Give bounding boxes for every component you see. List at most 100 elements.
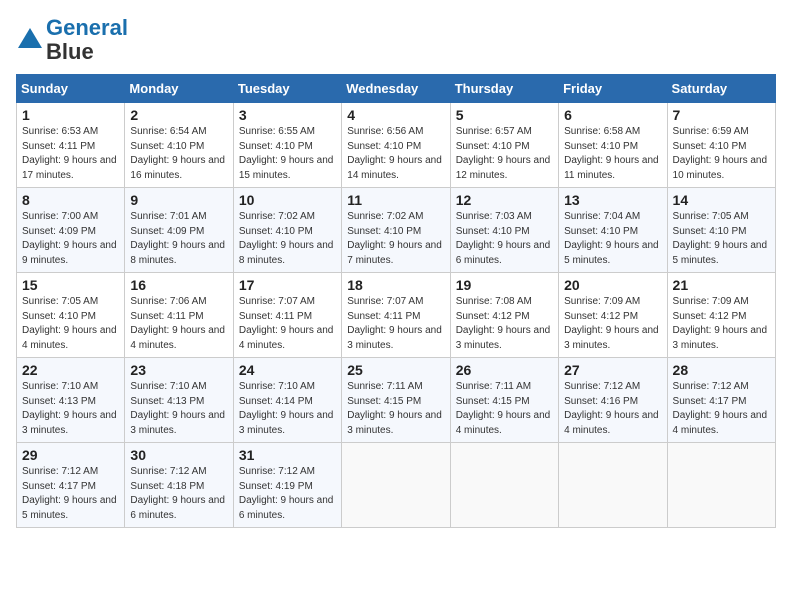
day-number: 8 [22,192,119,208]
weekday-header-tuesday: Tuesday [233,75,341,103]
day-info: Sunrise: 7:09 AMSunset: 4:12 PMDaylight:… [564,295,661,353]
calendar-cell: 30 Sunrise: 7:12 AMSunset: 4:18 PMDayligh… [125,443,233,528]
day-info: Sunrise: 7:01 AMSunset: 4:09 PMDaylight:… [130,210,227,268]
calendar-cell: 10 Sunrise: 7:02 AMSunset: 4:10 PMDayligh… [233,188,341,273]
day-info: Sunrise: 7:05 AMSunset: 4:10 PMDaylight:… [673,210,770,268]
day-info: Sunrise: 7:00 AMSunset: 4:09 PMDaylight:… [22,210,119,268]
day-info: Sunrise: 6:53 AMSunset: 4:11 PMDaylight:… [22,125,119,183]
calendar-cell: 15Sunrise: 7:05 AMSunset: 4:10 PMDayligh… [17,273,125,358]
calendar-week-2: 8 Sunrise: 7:00 AMSunset: 4:09 PMDaylight… [17,188,776,273]
calendar-cell [667,443,775,528]
calendar-cell: 11 Sunrise: 7:02 AMSunset: 4:10 PMDayligh… [342,188,450,273]
day-number: 19 [456,277,553,293]
calendar-cell: 12Sunrise: 7:03 AMSunset: 4:10 PMDayligh… [450,188,558,273]
calendar-cell: 2 Sunrise: 6:54 AMSunset: 4:10 PMDaylight… [125,103,233,188]
calendar-cell: 14 Sunrise: 7:05 AMSunset: 4:10 PMDayligh… [667,188,775,273]
calendar-table: SundayMondayTuesdayWednesdayThursdayFrid… [16,74,776,528]
day-number: 16 [130,277,227,293]
day-info: Sunrise: 7:11 AMSunset: 4:15 PMDaylight:… [347,380,444,438]
logo: GeneralBlue [16,16,128,64]
day-number: 30 [130,447,227,463]
day-info: Sunrise: 7:02 AMSunset: 4:10 PMDaylight:… [239,210,336,268]
calendar-cell: 7 Sunrise: 6:59 AMSunset: 4:10 PMDaylight… [667,103,775,188]
calendar-cell: 27 Sunrise: 7:12 AMSunset: 4:16 PMDayligh… [559,358,667,443]
day-info: Sunrise: 7:12 AMSunset: 4:17 PMDaylight:… [673,380,770,438]
calendar-week-5: 29 Sunrise: 7:12 AMSunset: 4:17 PMDayligh… [17,443,776,528]
day-number: 7 [673,107,770,123]
calendar-cell [559,443,667,528]
day-number: 3 [239,107,336,123]
calendar-cell: 21Sunrise: 7:09 AMSunset: 4:12 PMDayligh… [667,273,775,358]
calendar-cell: 18Sunrise: 7:07 AMSunset: 4:11 PMDayligh… [342,273,450,358]
calendar-cell: 9 Sunrise: 7:01 AMSunset: 4:09 PMDaylight… [125,188,233,273]
calendar-cell: 17 Sunrise: 7:07 AMSunset: 4:11 PMDayligh… [233,273,341,358]
day-number: 23 [130,362,227,378]
day-number: 2 [130,107,227,123]
day-number: 28 [673,362,770,378]
calendar-week-4: 22 Sunrise: 7:10 AMSunset: 4:13 PMDayligh… [17,358,776,443]
day-info: Sunrise: 6:57 AMSunset: 4:10 PMDaylight:… [456,125,553,183]
day-number: 20 [564,277,661,293]
calendar-cell: 8 Sunrise: 7:00 AMSunset: 4:09 PMDaylight… [17,188,125,273]
weekday-header-friday: Friday [559,75,667,103]
day-info: Sunrise: 7:10 AMSunset: 4:13 PMDaylight:… [22,380,119,438]
calendar-cell [450,443,558,528]
calendar-cell: 1 Sunrise: 6:53 AMSunset: 4:11 PMDaylight… [17,103,125,188]
day-number: 10 [239,192,336,208]
day-info: Sunrise: 7:10 AMSunset: 4:14 PMDaylight:… [239,380,336,438]
day-info: Sunrise: 7:12 AMSunset: 4:19 PMDaylight:… [239,465,336,523]
day-info: Sunrise: 7:05 AMSunset: 4:10 PMDaylight:… [22,295,119,353]
day-info: Sunrise: 7:12 AMSunset: 4:18 PMDaylight:… [130,465,227,523]
calendar-cell: 13Sunrise: 7:04 AMSunset: 4:10 PMDayligh… [559,188,667,273]
page-header: GeneralBlue [16,16,776,64]
day-number: 13 [564,192,661,208]
day-number: 11 [347,192,444,208]
day-info: Sunrise: 7:02 AMSunset: 4:10 PMDaylight:… [347,210,444,268]
day-number: 4 [347,107,444,123]
day-number: 25 [347,362,444,378]
calendar-cell: 16 Sunrise: 7:06 AMSunset: 4:11 PMDayligh… [125,273,233,358]
weekday-header-saturday: Saturday [667,75,775,103]
calendar-cell [342,443,450,528]
calendar-cell: 5Sunrise: 6:57 AMSunset: 4:10 PMDaylight… [450,103,558,188]
calendar-cell: 22 Sunrise: 7:10 AMSunset: 4:13 PMDayligh… [17,358,125,443]
day-number: 27 [564,362,661,378]
day-number: 9 [130,192,227,208]
day-number: 21 [673,277,770,293]
calendar-cell: 24 Sunrise: 7:10 AMSunset: 4:14 PMDayligh… [233,358,341,443]
day-number: 29 [22,447,119,463]
day-info: Sunrise: 6:54 AMSunset: 4:10 PMDaylight:… [130,125,227,183]
calendar-week-1: 1 Sunrise: 6:53 AMSunset: 4:11 PMDaylight… [17,103,776,188]
calendar-cell: 4 Sunrise: 6:56 AMSunset: 4:10 PMDaylight… [342,103,450,188]
day-info: Sunrise: 7:12 AMSunset: 4:17 PMDaylight:… [22,465,119,523]
calendar-cell: 23 Sunrise: 7:10 AMSunset: 4:13 PMDayligh… [125,358,233,443]
calendar-cell: 26Sunrise: 7:11 AMSunset: 4:15 PMDayligh… [450,358,558,443]
weekday-header-sunday: Sunday [17,75,125,103]
day-info: Sunrise: 6:59 AMSunset: 4:10 PMDaylight:… [673,125,770,183]
day-info: Sunrise: 7:06 AMSunset: 4:11 PMDaylight:… [130,295,227,353]
calendar-cell: 19 Sunrise: 7:08 AMSunset: 4:12 PMDayligh… [450,273,558,358]
weekday-header-thursday: Thursday [450,75,558,103]
day-number: 6 [564,107,661,123]
day-info: Sunrise: 7:10 AMSunset: 4:13 PMDaylight:… [130,380,227,438]
day-number: 24 [239,362,336,378]
day-info: Sunrise: 7:07 AMSunset: 4:11 PMDaylight:… [239,295,336,353]
calendar-cell: 3Sunrise: 6:55 AMSunset: 4:10 PMDaylight… [233,103,341,188]
calendar-cell: 20 Sunrise: 7:09 AMSunset: 4:12 PMDayligh… [559,273,667,358]
day-number: 26 [456,362,553,378]
weekday-header-monday: Monday [125,75,233,103]
calendar-cell: 28 Sunrise: 7:12 AMSunset: 4:17 PMDayligh… [667,358,775,443]
day-number: 22 [22,362,119,378]
day-info: Sunrise: 6:58 AMSunset: 4:10 PMDaylight:… [564,125,661,183]
logo-text: GeneralBlue [46,16,128,64]
day-info: Sunrise: 7:03 AMSunset: 4:10 PMDaylight:… [456,210,553,268]
day-number: 1 [22,107,119,123]
day-number: 17 [239,277,336,293]
day-number: 14 [673,192,770,208]
weekday-header-wednesday: Wednesday [342,75,450,103]
day-info: Sunrise: 7:12 AMSunset: 4:16 PMDaylight:… [564,380,661,438]
day-info: Sunrise: 7:07 AMSunset: 4:11 PMDaylight:… [347,295,444,353]
day-info: Sunrise: 6:56 AMSunset: 4:10 PMDaylight:… [347,125,444,183]
day-info: Sunrise: 7:08 AMSunset: 4:12 PMDaylight:… [456,295,553,353]
calendar-cell: 29 Sunrise: 7:12 AMSunset: 4:17 PMDayligh… [17,443,125,528]
